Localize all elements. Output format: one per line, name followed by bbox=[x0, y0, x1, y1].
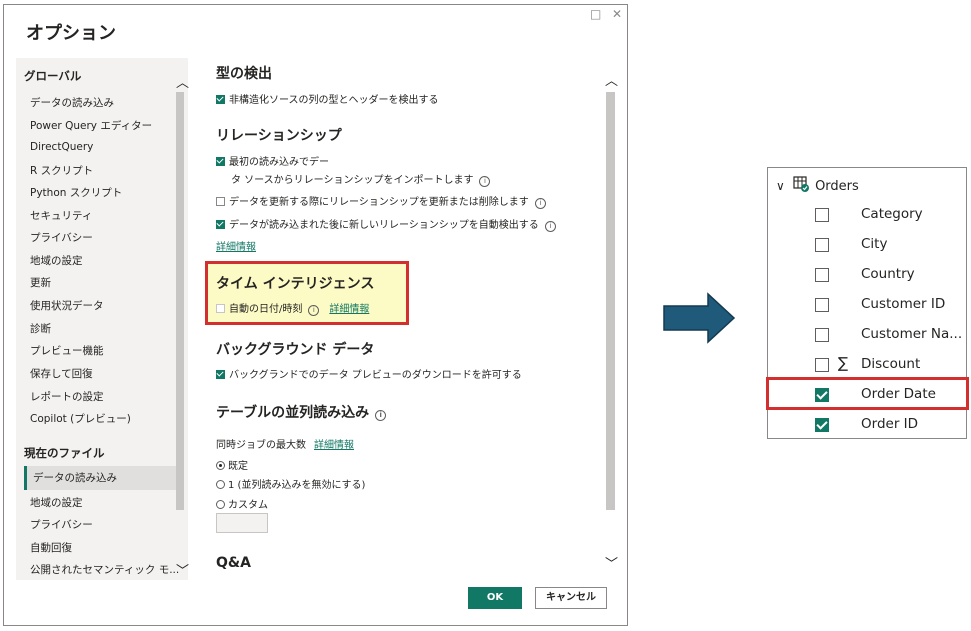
field-row[interactable]: ∑ Discount bbox=[768, 350, 966, 380]
field-row[interactable]: Country bbox=[768, 260, 966, 290]
custom-jobs-input[interactable] bbox=[216, 513, 268, 533]
order-date-highlight bbox=[766, 377, 969, 410]
orders-table-header[interactable]: ∨ Orders bbox=[776, 176, 859, 194]
field-label: Category bbox=[861, 206, 923, 222]
field-row[interactable]: Customer Na... bbox=[768, 320, 966, 350]
field-checkbox[interactable] bbox=[815, 358, 829, 372]
auto-datetime-checkbox[interactable] bbox=[216, 304, 225, 313]
info-icon[interactable]: i bbox=[375, 410, 387, 421]
sidebar-item-regional[interactable]: 地域の設定 bbox=[30, 253, 83, 268]
sidebar-item-file-autorecover[interactable]: 自動回復 bbox=[30, 540, 72, 555]
sidebar-item-r-script[interactable]: R スクリプト bbox=[30, 163, 93, 178]
current-file-section-header: 現在のファイル bbox=[24, 446, 105, 460]
radio-default[interactable] bbox=[216, 461, 225, 470]
auto-datetime-option[interactable]: 自動の日付/時刻 i 詳細情報 bbox=[216, 300, 369, 316]
parallel-load-heading: テーブルの並列読み込み i bbox=[216, 402, 387, 422]
time-intelligence-heading: タイム インテリジェンス bbox=[216, 276, 375, 292]
sidebar-item-power-query[interactable]: Power Query エディター bbox=[30, 118, 152, 133]
radio-default-option[interactable]: 既定 bbox=[216, 457, 248, 472]
sidebar-scrollbar-thumb[interactable] bbox=[176, 92, 184, 510]
type-detect-checkbox[interactable] bbox=[216, 95, 225, 104]
relationships-heading: リレーションシップ bbox=[216, 128, 342, 144]
update-relationships-checkbox[interactable] bbox=[216, 197, 225, 206]
parallel-more-info-link[interactable]: 詳細情報 bbox=[314, 440, 354, 451]
maximize-icon[interactable]: □ bbox=[590, 7, 601, 21]
sidebar-item-preview-features[interactable]: プレビュー機能 bbox=[30, 343, 104, 358]
max-jobs-row: 同時ジョブの最大数 詳細情報 bbox=[216, 440, 354, 451]
time-intelligence-more-info-link[interactable]: 詳細情報 bbox=[329, 304, 369, 315]
field-checkbox[interactable] bbox=[815, 328, 829, 342]
info-icon[interactable]: i bbox=[308, 305, 320, 316]
field-row[interactable]: Customer ID bbox=[768, 290, 966, 320]
info-icon[interactable]: i bbox=[479, 176, 491, 187]
radio-one[interactable] bbox=[216, 480, 225, 489]
radio-custom[interactable] bbox=[216, 500, 225, 509]
options-sidebar: グローバル データの読み込み Power Query エディター DirectQ… bbox=[16, 58, 188, 580]
field-label: Country bbox=[861, 266, 915, 282]
relationships-more-info-link[interactable]: 詳細情報 bbox=[216, 238, 256, 253]
sidebar-item-update[interactable]: 更新 bbox=[30, 275, 51, 290]
field-label: Order ID bbox=[861, 416, 919, 432]
sidebar-item-autosave[interactable]: 保存して回復 bbox=[30, 366, 93, 381]
sidebar-item-usage-data[interactable]: 使用状況データ bbox=[30, 298, 104, 313]
sigma-icon: ∑ bbox=[838, 354, 849, 372]
close-icon[interactable]: ✕ bbox=[612, 7, 622, 21]
info-icon[interactable]: i bbox=[534, 198, 546, 209]
field-label: City bbox=[861, 236, 888, 252]
field-checkbox[interactable] bbox=[815, 298, 829, 312]
sidebar-item-directquery[interactable]: DirectQuery bbox=[30, 141, 93, 153]
content-scroll-up-icon[interactable]: ︿ bbox=[605, 70, 618, 89]
background-data-heading: バックグラウンド データ bbox=[216, 342, 375, 358]
sidebar-item-diagnostics[interactable]: 診断 bbox=[30, 321, 51, 336]
background-preview-checkbox[interactable] bbox=[216, 370, 225, 379]
sidebar-item-file-semantic-model[interactable]: 公開されたセマンティック モ... bbox=[30, 562, 179, 577]
global-section-header: グローバル bbox=[24, 69, 82, 83]
options-content: 型の検出 非構造化ソースの列の型とヘッダーを検出する リレーションシップ 最初の… bbox=[200, 58, 600, 578]
update-relationships-option[interactable]: データを更新する際にリレーションシップを更新または削除します i bbox=[216, 193, 546, 209]
type-detect-heading: 型の検出 bbox=[216, 66, 272, 82]
field-label: Customer Na... bbox=[861, 326, 963, 342]
qa-heading: Q&A bbox=[216, 555, 251, 571]
info-icon[interactable]: i bbox=[544, 221, 556, 232]
field-label: Discount bbox=[861, 356, 921, 372]
sidebar-scroll-up-icon[interactable]: ︿ bbox=[176, 72, 189, 91]
sidebar-item-privacy[interactable]: プライバシー bbox=[30, 230, 93, 245]
field-checkbox[interactable] bbox=[815, 268, 829, 282]
sidebar-item-file-privacy[interactable]: プライバシー bbox=[30, 517, 93, 532]
sidebar-item-data-load[interactable]: データの読み込み bbox=[30, 95, 114, 110]
sidebar-item-file-regional[interactable]: 地域の設定 bbox=[30, 495, 83, 510]
field-row[interactable]: Category bbox=[768, 200, 966, 230]
sidebar-item-copilot[interactable]: Copilot (プレビュー) bbox=[30, 411, 131, 426]
field-checkbox[interactable] bbox=[815, 238, 829, 252]
ok-button[interactable]: OK bbox=[468, 587, 522, 609]
content-scroll-down-icon[interactable]: ﹀ bbox=[605, 553, 618, 572]
chevron-down-icon[interactable]: ∨ bbox=[776, 179, 785, 193]
right-arrow-icon bbox=[663, 292, 736, 344]
autodetect-relationships-option[interactable]: データが読み込まれた後に新しいリレーションシップを自動検出する i bbox=[216, 216, 556, 232]
field-checkbox[interactable] bbox=[815, 208, 829, 222]
import-relationships-option-line2: タ ソースからリレーションシップをインポートします i bbox=[231, 171, 491, 187]
sidebar-scroll-down-icon[interactable]: ﹀ bbox=[176, 560, 189, 579]
field-row[interactable]: City bbox=[768, 230, 966, 260]
autodetect-relationships-checkbox[interactable] bbox=[216, 220, 225, 229]
dialog-title: オプション bbox=[26, 23, 116, 44]
import-relationships-option[interactable]: 最初の読み込みでデー bbox=[216, 153, 329, 168]
field-row[interactable]: Order ID bbox=[768, 410, 966, 440]
sidebar-item-file-data-load[interactable]: データの読み込み bbox=[24, 466, 176, 490]
orders-table-name: Orders bbox=[815, 179, 859, 194]
background-preview-option[interactable]: バックグランドでのデータ プレビューのダウンロードを許可する bbox=[216, 366, 522, 381]
import-relationships-checkbox[interactable] bbox=[216, 157, 225, 166]
table-icon bbox=[793, 176, 809, 192]
content-scrollbar-thumb[interactable] bbox=[606, 92, 615, 510]
radio-custom-option[interactable]: カスタム bbox=[216, 496, 268, 511]
field-label: Customer ID bbox=[861, 296, 946, 312]
right-arrow-shape bbox=[663, 292, 736, 344]
sidebar-item-python-script[interactable]: Python スクリプト bbox=[30, 185, 122, 200]
radio-one-option[interactable]: 1 (並列読み込みを無効にする) bbox=[216, 476, 365, 491]
sidebar-item-report-settings[interactable]: レポートの設定 bbox=[30, 389, 104, 404]
type-detect-option[interactable]: 非構造化ソースの列の型とヘッダーを検出する bbox=[216, 91, 439, 106]
cancel-button[interactable]: キャンセル bbox=[535, 587, 607, 609]
field-checkbox[interactable] bbox=[815, 418, 829, 432]
sidebar-item-security[interactable]: セキュリティ bbox=[30, 208, 92, 223]
